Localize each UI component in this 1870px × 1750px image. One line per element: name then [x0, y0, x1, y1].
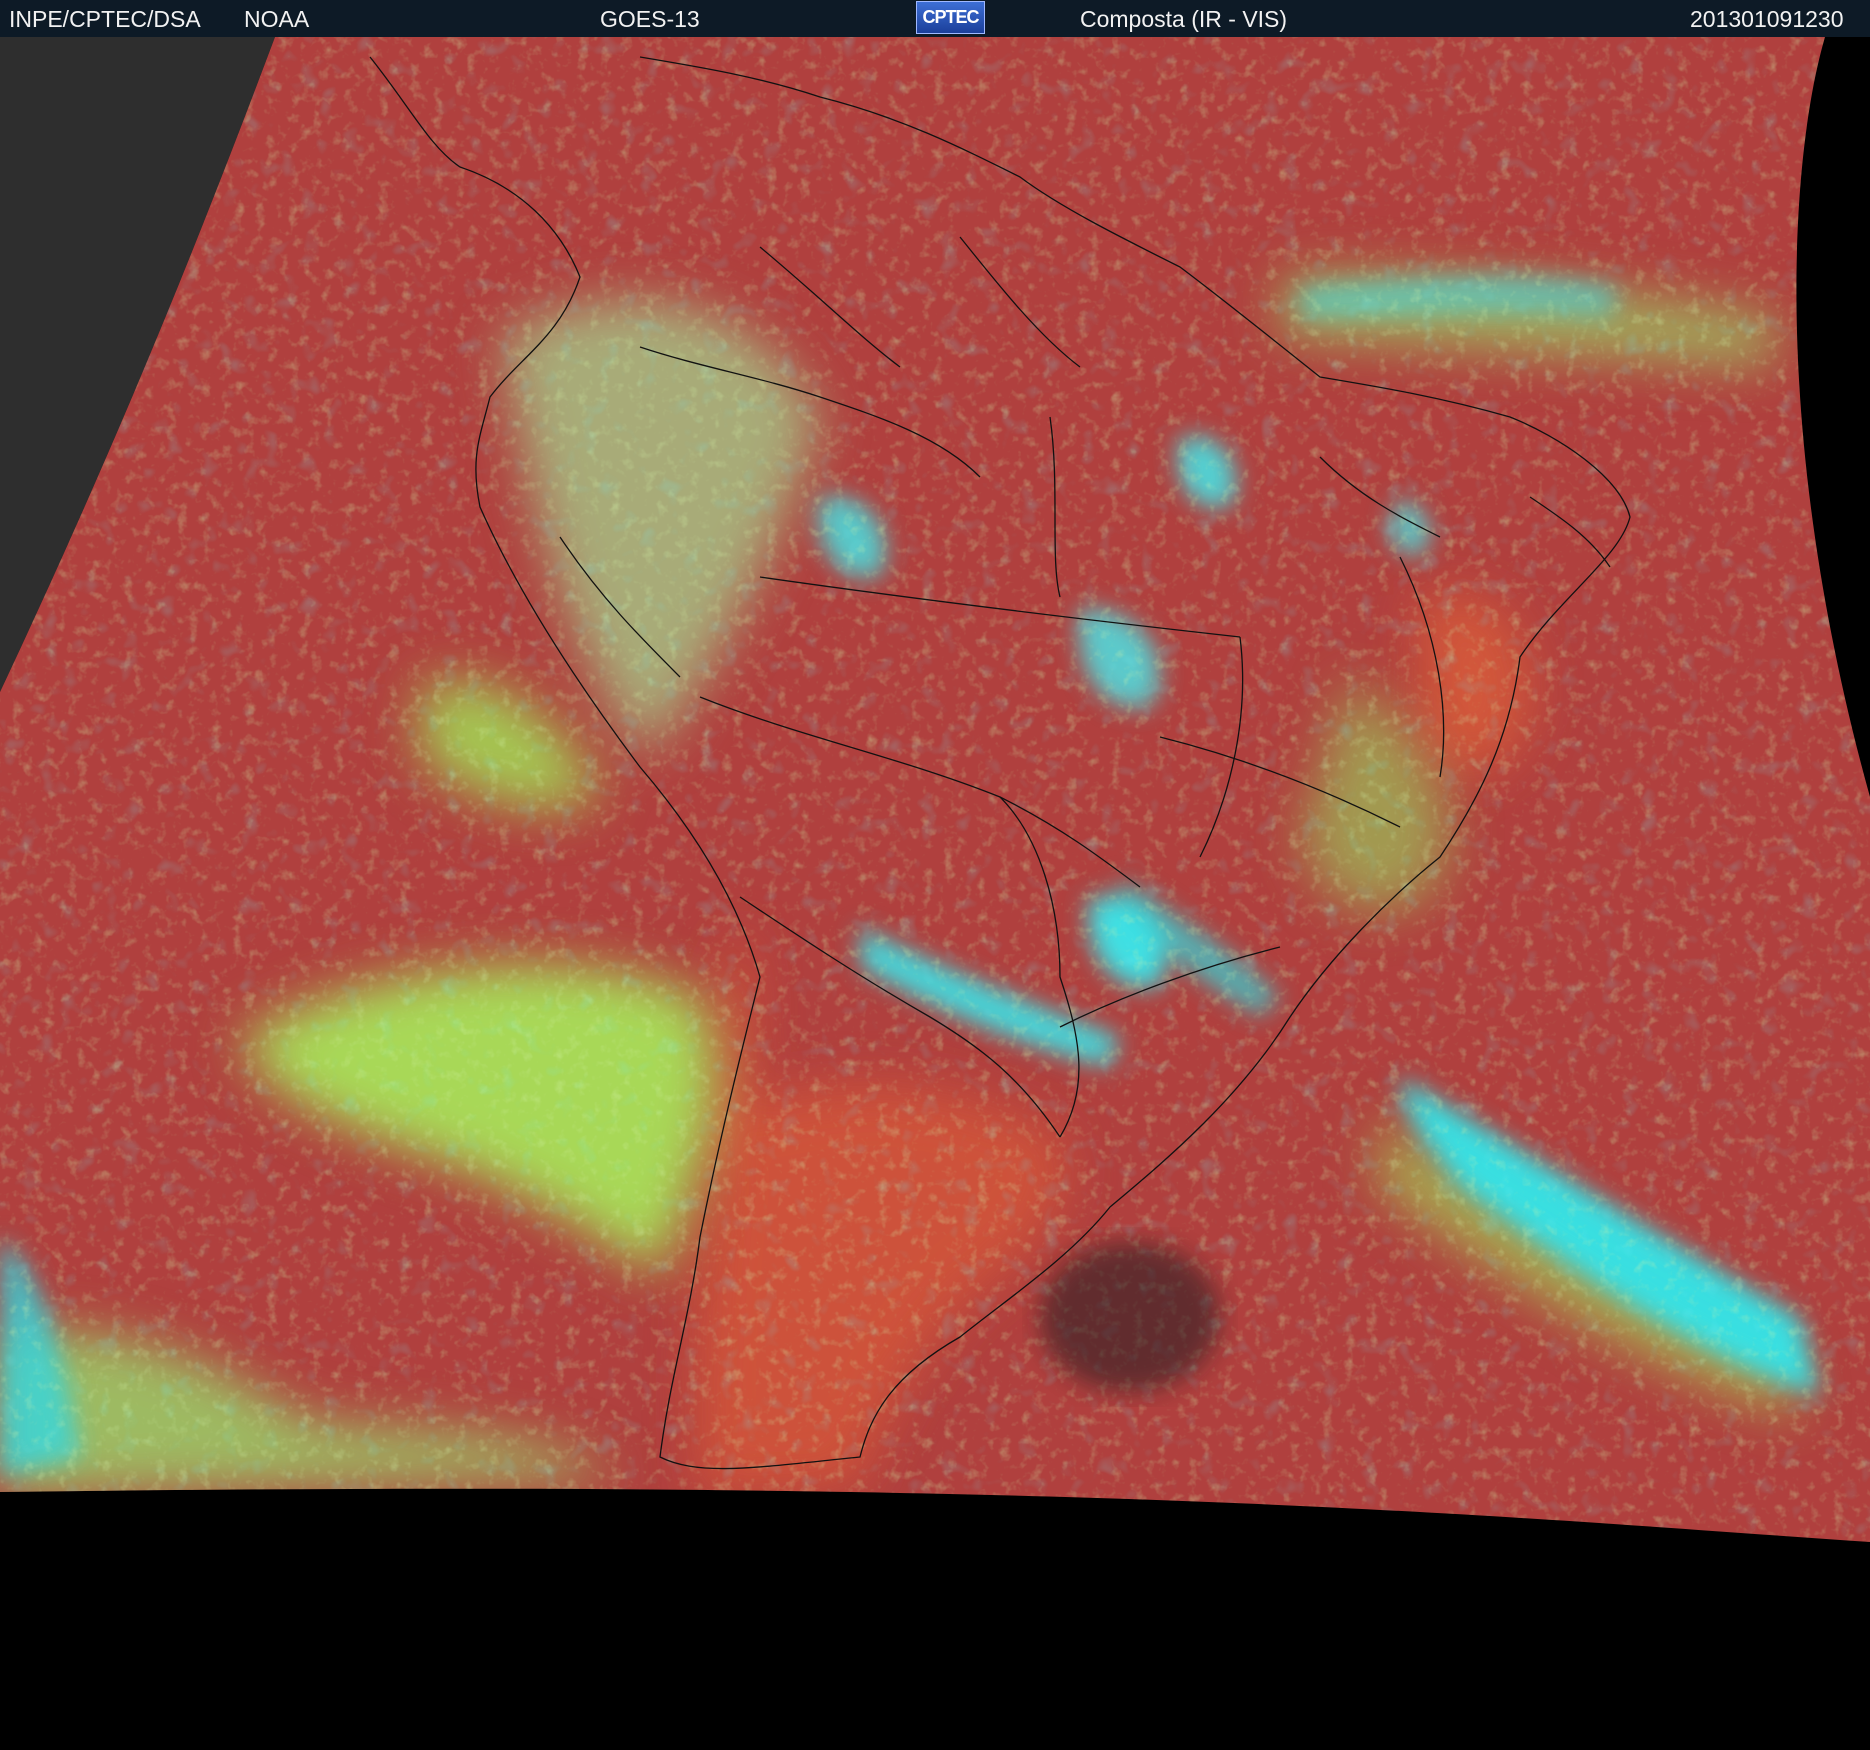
source-label: INPE/CPTEC/DSA — [9, 6, 201, 32]
satellite-image — [0, 37, 1870, 1750]
agency-label: NOAA — [244, 6, 310, 32]
satellite-label: GOES-13 — [600, 6, 700, 32]
satellite-composite-map — [0, 37, 1870, 1750]
cptec-logo: CPTEC — [916, 1, 985, 34]
product-label: Composta (IR - VIS) — [1080, 6, 1288, 32]
image-header-bar: INPE/CPTEC/DSA NOAA GOES-13 CPTEC Compos… — [0, 0, 1870, 37]
timestamp-label: 201301091230 — [1690, 6, 1844, 32]
